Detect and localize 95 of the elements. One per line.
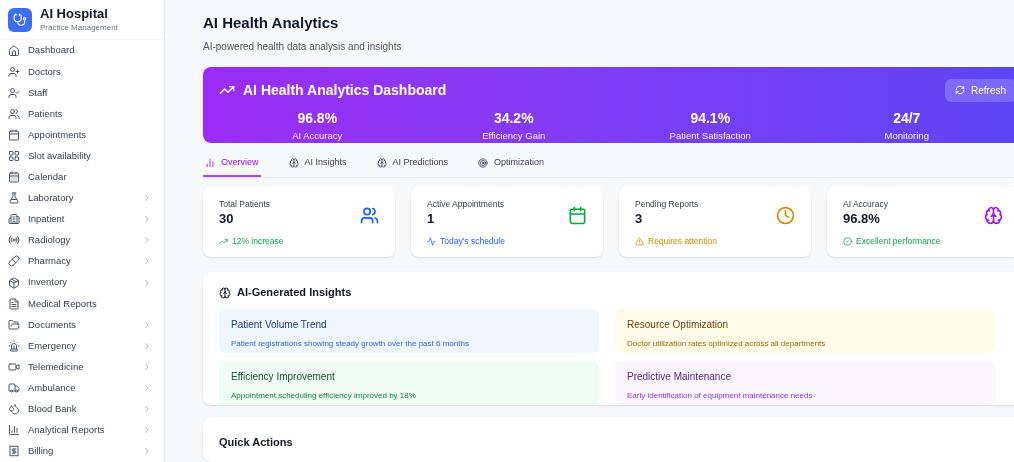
page-title: AI Health Analytics [203, 13, 340, 33]
stat-note: Requires attention [648, 235, 717, 248]
sidebar-item[interactable]: Billing [0, 440, 164, 462]
metric-label: Efficiency Gain [482, 128, 546, 143]
user-plus-icon [8, 65, 20, 78]
stat-value: 3 [635, 211, 644, 228]
flask-icon [8, 192, 20, 205]
stat-value: 30 [219, 211, 235, 228]
check-circle-icon [843, 237, 852, 247]
sidebar-item[interactable]: Analytical Reports [0, 419, 164, 441]
bar-chart-icon [205, 157, 215, 168]
metric-label: AI Accuracy [292, 128, 343, 143]
target-icon [478, 157, 489, 168]
sidebar-item[interactable]: Telemedicine [0, 356, 164, 378]
sidebar-item[interactable]: Laboratory [0, 187, 164, 209]
metric-label: Patient Satisfaction [669, 128, 751, 143]
sidebar-item[interactable]: Doctors [0, 61, 164, 83]
warning-icon [635, 237, 644, 247]
sidebar-item[interactable]: Pharmacy [0, 250, 164, 273]
stat-note: Today's schedule [440, 235, 505, 248]
calendar-icon [8, 128, 20, 141]
signal-icon [8, 234, 20, 247]
sidebar-item[interactable]: Dashboard [0, 40, 164, 62]
brain-icon [288, 157, 299, 168]
metric-value: 96.8% [297, 108, 338, 128]
refresh-icon [955, 85, 965, 95]
sidebar-item[interactable]: Patients [0, 103, 164, 125]
video-icon [8, 360, 20, 373]
brain-icon [984, 206, 1003, 226]
building-icon [8, 213, 20, 226]
brand-name: AI Hospital [40, 6, 109, 23]
stat-note: Excellent performance [856, 235, 941, 248]
calendar-icon [8, 171, 20, 184]
users-icon [360, 206, 379, 226]
home-icon [8, 44, 20, 57]
metric-label: Monitoring [884, 128, 929, 143]
metric-value: 34.2% [493, 108, 534, 128]
tab[interactable]: AI Insights [286, 155, 349, 178]
page-subtitle: AI-powered health data analysis and insights [203, 39, 403, 54]
stat-value: 96.8% [843, 211, 881, 228]
insights-title: AI-Generated Insights [237, 285, 352, 301]
insight-title: Efficiency Improvement [231, 369, 336, 384]
insight-title: Resource Optimization [627, 317, 730, 332]
sidebar-item[interactable]: Staff [0, 82, 164, 104]
refresh-button[interactable]: Refresh [945, 78, 1014, 102]
metric-value: 94.1% [690, 108, 731, 128]
insight-title: Predictive Maintenance [627, 369, 732, 384]
quick-actions-title: Quick Actions [219, 435, 293, 448]
stat-label: Total Patients [219, 198, 272, 211]
hero-title: AI Health Analytics Dashboard [243, 80, 447, 100]
sidebar-item[interactable]: Radiology [0, 229, 164, 251]
brand-subtitle: Practice Management [40, 22, 118, 33]
users-icon [8, 107, 20, 120]
pulse-icon [427, 237, 436, 247]
siren-icon [8, 339, 20, 352]
document-icon [8, 297, 20, 310]
stat-label: AI Accuracy [843, 198, 889, 211]
clock-icon [776, 206, 795, 226]
insight-text: Appointment scheduling efficiency improved by 18% [231, 389, 417, 402]
stat-value: 1 [427, 211, 436, 228]
sidebar-item[interactable]: Emergency [0, 335, 164, 357]
tab[interactable]: Optimization [476, 155, 547, 178]
brain-icon [219, 286, 231, 299]
folder-icon [8, 318, 20, 331]
insight-text: Doctor utilization rates optimized across all departments [627, 337, 827, 350]
metric-value: 24/7 [893, 108, 921, 128]
user-check-icon [8, 86, 20, 99]
insight-title: Patient Volume Trend [231, 317, 328, 332]
stat-note: 12% increase [232, 235, 284, 248]
tab[interactable]: Overview [203, 155, 261, 178]
receipt-icon [8, 445, 20, 458]
pill-icon [8, 255, 20, 268]
sidebar-item[interactable]: Calendar [0, 166, 164, 188]
sidebar-item[interactable]: Inventory [0, 272, 164, 294]
bar-chart-icon [8, 424, 20, 437]
box-icon [8, 276, 20, 289]
truck-icon [8, 382, 20, 395]
sidebar-item[interactable]: Inpatient [0, 208, 164, 230]
calendar-icon [568, 206, 587, 226]
sidebar-item[interactable]: Blood Bank [0, 398, 164, 420]
sidebar-item[interactable]: Appointments [0, 124, 164, 146]
stat-label: Pending Reports [635, 198, 700, 211]
sidebar-item[interactable]: Slot availability [0, 145, 164, 167]
sidebar-item[interactable]: Documents [0, 314, 164, 336]
insight-text: Early identification of equipment maintenance needs [627, 389, 814, 402]
insight-text: Patient registrations showing steady growth over the past 6 months [231, 337, 470, 350]
trend-up-icon [219, 237, 228, 247]
sidebar-item[interactable]: Medical Reports [0, 293, 164, 315]
tab[interactable]: AI Predictions [374, 155, 451, 178]
sidebar-item[interactable]: Ambulance [0, 377, 164, 399]
stat-label: Active Appointments [427, 198, 505, 211]
brain-icon [376, 157, 387, 168]
drop-icon [8, 403, 20, 416]
grid-icon [8, 150, 20, 162]
logo-icon [8, 7, 32, 32]
